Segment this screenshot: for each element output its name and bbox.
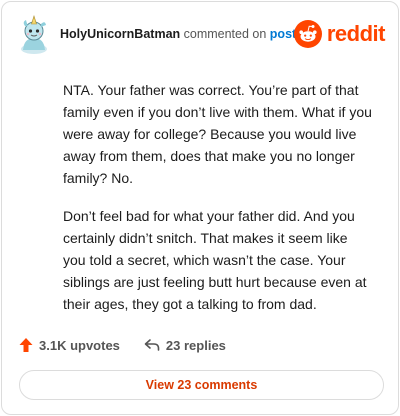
commented-on-label: commented on xyxy=(180,27,270,41)
reddit-logo[interactable]: reddit xyxy=(293,20,386,48)
comment-paragraph: Don’t feel bad for what your father did.… xyxy=(63,208,367,312)
comment-meta: HolyUnicornBatman commented on post xyxy=(60,27,296,41)
comment-body: NTA. Your father was correct. You’re par… xyxy=(63,79,373,331)
view-comments-button[interactable]: View 23 comments xyxy=(19,370,384,400)
comment-paragraph: NTA. Your father was correct. You’re par… xyxy=(63,82,372,186)
upvotes-count: 3.1K upvotes xyxy=(39,337,120,353)
reddit-wordmark: reddit xyxy=(326,21,386,46)
unicorn-avatar-icon[interactable] xyxy=(19,14,49,54)
username-link[interactable]: HolyUnicornBatman xyxy=(60,27,180,41)
comment-header: HolyUnicornBatman commented on post redd… xyxy=(19,14,386,54)
upvote-arrow-icon xyxy=(19,338,33,352)
reply-arrow-icon xyxy=(144,339,160,351)
reddit-snoo-icon xyxy=(293,20,322,48)
comment-footer: 3.1K upvotes 23 replies xyxy=(19,336,226,354)
replies-count: 23 replies xyxy=(165,337,226,353)
post-link[interactable]: post xyxy=(270,27,296,41)
upvotes-stat[interactable]: 3.1K upvotes xyxy=(19,337,120,353)
comment-card: HolyUnicornBatman commented on post redd… xyxy=(1,1,399,415)
replies-stat[interactable]: 23 replies xyxy=(144,338,226,353)
